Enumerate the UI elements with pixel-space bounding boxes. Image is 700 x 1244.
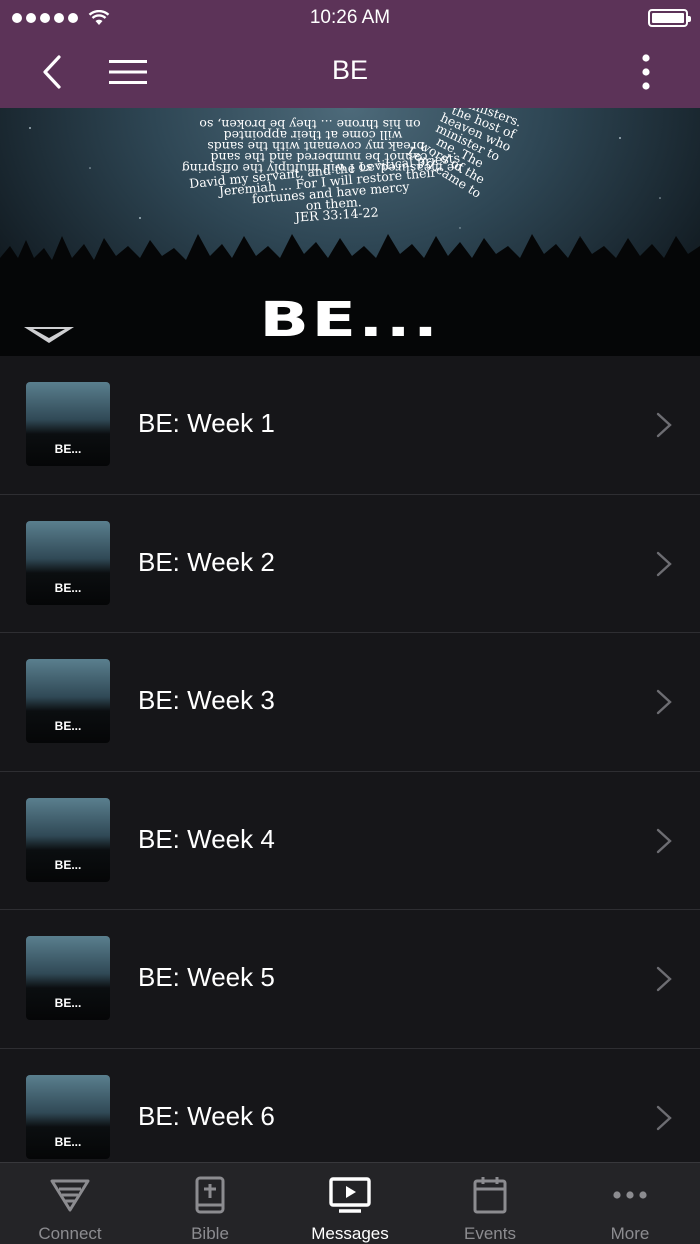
status-time: 10:26 AM: [309, 7, 391, 28]
tab-bar: Connect Bible Messages Events More: [0, 1162, 700, 1244]
tab-messages[interactable]: Messages: [280, 1163, 420, 1244]
chevron-right-icon: [656, 551, 672, 576]
thumbnail-title: BE...: [54, 442, 82, 456]
calendar-icon: [469, 1175, 511, 1215]
message-title: BE: Week 2: [138, 546, 275, 577]
tab-connect[interactable]: Connect: [0, 1163, 140, 1244]
message-thumbnail: BE...: [26, 659, 110, 743]
thumbnail-title: BE...: [54, 996, 82, 1010]
thumbnail-title: BE...: [54, 1134, 82, 1149]
tab-label: Messages: [311, 1224, 389, 1243]
tab-label: Connect: [38, 1224, 102, 1243]
messages-icon: [329, 1175, 371, 1215]
message-thumbnail: BE...: [26, 1074, 110, 1159]
tab-label: More: [610, 1224, 650, 1243]
message-thumbnail: BE...: [26, 520, 110, 605]
message-thumbnail: BE...: [26, 382, 110, 466]
list-item[interactable]: BE... BE: Week 3: [0, 633, 700, 772]
message-list: BE... BE: Week 1 BE... BE: Week 2 BE... …: [0, 356, 700, 1162]
thumbnail-title: BE...: [54, 580, 82, 595]
message-title: BE: Week 4: [138, 823, 275, 854]
tab-label: Bible: [191, 1224, 229, 1243]
list-item[interactable]: BE... BE: Week 4: [0, 771, 700, 910]
message-title: BE: Week 3: [138, 685, 275, 715]
thumbnail-title: BE...: [54, 857, 82, 872]
message-title: BE: Week 6: [138, 1100, 275, 1131]
tab-label: Events: [464, 1224, 516, 1243]
battery-icon: [648, 9, 691, 27]
message-title: BE: Week 1: [138, 408, 275, 438]
chevron-right-icon: [656, 689, 672, 715]
list-item[interactable]: BE... BE: Week 6: [0, 1048, 700, 1162]
navigation-bar: BE: [0, 36, 700, 108]
tab-events[interactable]: Events: [420, 1163, 560, 1244]
message-thumbnail: BE...: [26, 797, 110, 882]
list-item[interactable]: BE... BE: Week 1: [0, 356, 700, 495]
chevron-right-icon: [656, 412, 672, 438]
tab-more[interactable]: More: [560, 1163, 700, 1244]
list-item[interactable]: BE... BE: Week 5: [0, 910, 700, 1049]
more-options-button[interactable]: [622, 48, 670, 96]
connect-icon: [49, 1175, 91, 1215]
series-banner: on his throne ... they be broken, so will…: [0, 108, 700, 356]
chevron-right-icon: [656, 966, 672, 992]
more-dots-icon: [609, 1175, 651, 1215]
chevron-right-icon: [656, 828, 672, 853]
status-bar: 10:26 AM: [0, 0, 700, 36]
banner-title: BE...: [259, 292, 441, 348]
tab-bible[interactable]: Bible: [140, 1163, 280, 1244]
message-title: BE: Week 5: [138, 962, 275, 992]
chevron-right-icon: [656, 1105, 672, 1130]
message-thumbnail: BE...: [26, 936, 110, 1020]
list-item[interactable]: BE... BE: Week 2: [0, 494, 700, 633]
page-title: BE: [331, 55, 369, 85]
verse-text-graphic: on his throne ... they be broken, sowill…: [182, 108, 524, 225]
thumbnail-title: BE...: [54, 719, 82, 733]
bible-icon: [189, 1175, 231, 1215]
vertical-dots-icon: [642, 54, 650, 90]
